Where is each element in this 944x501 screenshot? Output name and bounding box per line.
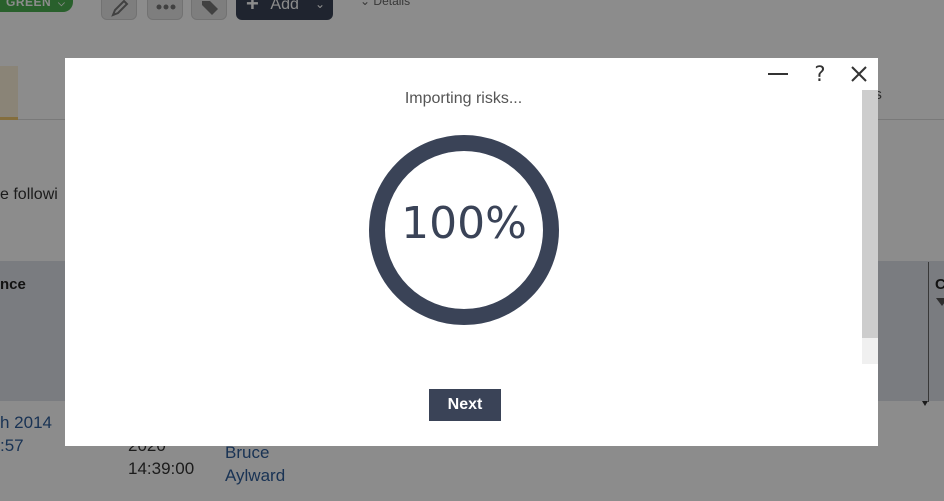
dialog-title: Importing risks... — [404, 90, 523, 107]
minimize-button[interactable] — [766, 62, 790, 86]
scrollbar-thumb[interactable] — [862, 90, 878, 338]
help-icon: ? — [814, 62, 826, 86]
import-dialog: ? Importing risks... 100% Next — [65, 58, 878, 446]
close-button[interactable] — [847, 62, 871, 86]
help-button[interactable]: ? — [808, 62, 832, 86]
next-button[interactable]: Next — [429, 389, 501, 421]
minimize-icon — [768, 73, 788, 75]
close-icon — [851, 66, 867, 82]
progress-percent: 100% — [401, 198, 527, 249]
